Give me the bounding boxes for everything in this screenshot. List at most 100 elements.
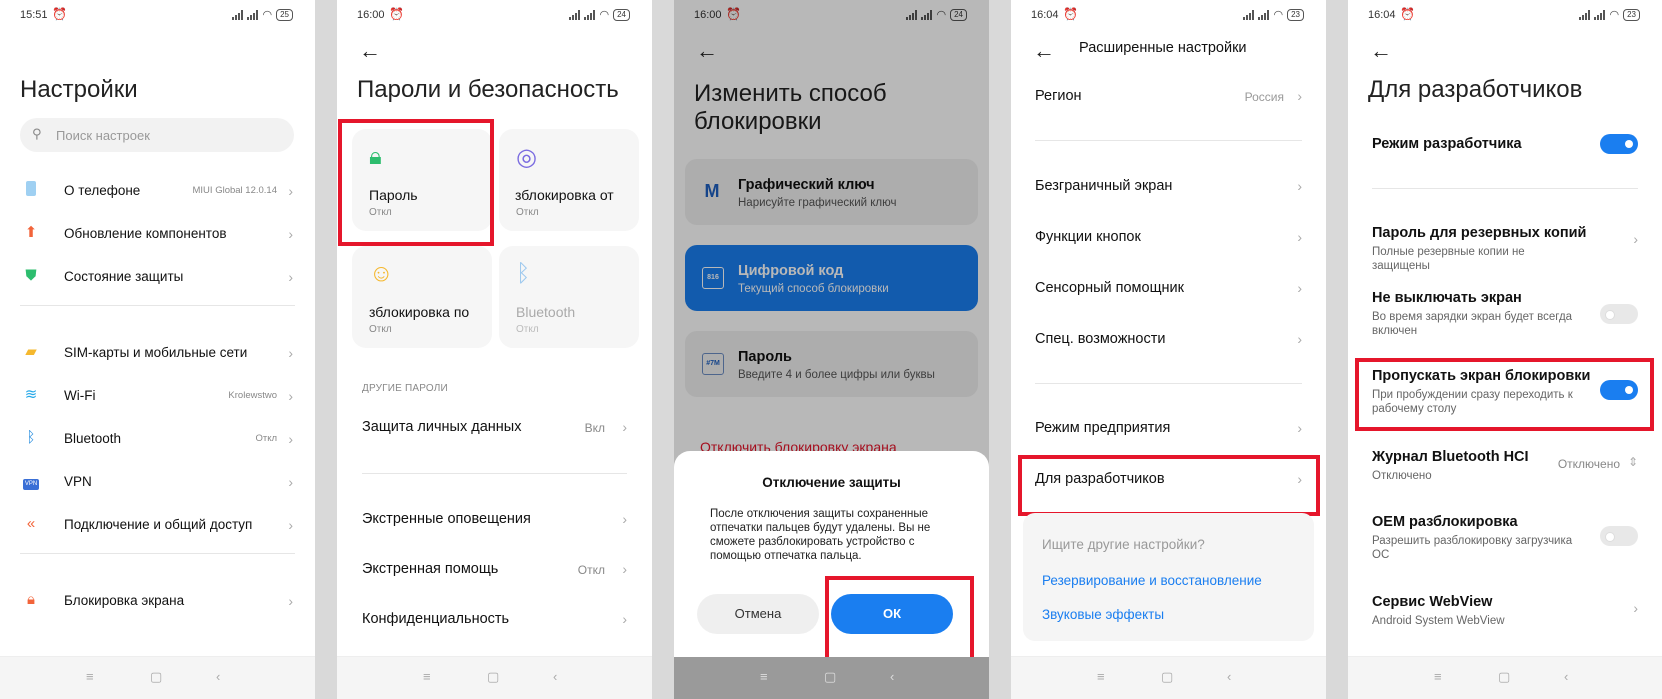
row-touch-assistant[interactable]: Сенсорный помощник ›: [1035, 274, 1302, 304]
chevron-right-icon: ›: [1297, 331, 1302, 347]
divider: [20, 553, 295, 554]
battery-icon: 24: [613, 8, 630, 21]
signal-icon: [1243, 9, 1255, 20]
highlight-box: [1018, 455, 1320, 516]
chevron-right-icon: ›: [1297, 178, 1302, 194]
nav-bar: ≡ ▢ ‹: [1011, 656, 1326, 699]
nav-bar: ≡ ▢ ‹: [1348, 656, 1662, 699]
settings-item-lockscreen[interactable]: 🔒︎ Блокировка экрана ›: [0, 587, 315, 617]
menu-icon[interactable]: ≡: [1434, 669, 1442, 684]
home-icon[interactable]: ▢: [1498, 669, 1510, 685]
advanced-settings-screen: 16:04 ⏰ ◠ 23 ← Расширенные настройки Рег…: [1011, 0, 1326, 699]
wifi-icon: ◠: [599, 9, 610, 21]
alarm-icon: ⏰: [52, 7, 67, 21]
row-backup-password[interactable]: Пароль для резервных копий Полные резерв…: [1372, 225, 1638, 272]
dialog-message: После отключения защиты сохраненные отпе…: [710, 508, 931, 562]
chevron-right-icon: ›: [288, 269, 293, 285]
back-icon[interactable]: ‹: [890, 669, 894, 684]
highlight-box: [338, 119, 494, 246]
home-icon[interactable]: ▢: [1161, 669, 1173, 685]
home-icon[interactable]: ▢: [824, 669, 836, 685]
row-oem-unlock[interactable]: OEM разблокировка Разрешить разблокировк…: [1372, 514, 1638, 564]
back-arrow-icon[interactable]: ←: [1033, 38, 1055, 64]
settings-item-sharing[interactable]: « Подключение и общий доступ ›: [0, 511, 315, 541]
status-bar: 15:51 ⏰ ◠ 25: [0, 0, 315, 28]
row-emergency-alerts[interactable]: Экстренные оповещения ›: [362, 506, 627, 536]
row-stay-awake[interactable]: Не выключать экран Во время зарядки экра…: [1372, 290, 1638, 340]
chevron-right-icon: ›: [288, 226, 293, 242]
status-bar: 16:04 ⏰ ◠ 23: [1348, 0, 1662, 28]
home-icon[interactable]: ▢: [150, 669, 162, 685]
nav-bar: ≡ ▢ ‹: [0, 656, 315, 699]
stay-awake-toggle[interactable]: [1600, 304, 1638, 324]
status-bar: 16:00 ⏰ ◠ 24: [337, 0, 652, 28]
row-privacy[interactable]: Конфиденциальность ›: [362, 606, 627, 636]
oem-unlock-toggle[interactable]: [1600, 526, 1638, 546]
chevron-updown-icon: ⇕: [1627, 455, 1638, 469]
page-title: Для разработчиков: [1368, 76, 1583, 103]
chevron-right-icon: ›: [288, 517, 293, 533]
divider: [1035, 383, 1302, 384]
developer-mode-toggle[interactable]: [1600, 134, 1638, 154]
settings-item-bluetooth[interactable]: ᛒ Bluetooth Откл ›: [0, 425, 315, 455]
menu-icon[interactable]: ≡: [760, 669, 768, 684]
row-fullscreen[interactable]: Безграничный экран ›: [1035, 172, 1302, 202]
alarm-icon: ⏰: [1063, 7, 1078, 21]
menu-icon[interactable]: ≡: [1097, 669, 1105, 684]
settings-item-wifi[interactable]: ≋ Wi-Fi Krolewstwo ›: [0, 382, 315, 412]
sim-icon: ▰: [25, 343, 37, 360]
chevron-right-icon: ›: [288, 593, 293, 609]
battery-icon: 23: [1287, 8, 1304, 21]
highlight-box: [825, 576, 974, 662]
chevron-right-icon: ›: [622, 611, 627, 627]
back-icon[interactable]: ‹: [216, 669, 220, 684]
back-arrow-icon[interactable]: ←: [1370, 38, 1392, 64]
search-icon: ⚲: [32, 126, 42, 141]
settings-item-protection[interactable]: ⛊ Состояние защиты ›: [0, 263, 315, 293]
menu-icon[interactable]: ≡: [86, 669, 94, 684]
settings-item-sim[interactable]: ▰ SIM-карты и мобильные сети ›: [0, 339, 315, 369]
search-suggestions-card: Ищите другие настройки? Резервирование и…: [1023, 513, 1314, 641]
security-screen: 16:00 ⏰ ◠ 24 ← Пароли и безопасность 🔒︎ …: [337, 0, 652, 699]
back-icon[interactable]: ‹: [1564, 669, 1568, 684]
settings-item-updates[interactable]: ⬆ Обновление компонентов ›: [0, 220, 315, 250]
tile-fingerprint[interactable]: ◎ зблокировка от Откл: [499, 129, 639, 231]
row-button-functions[interactable]: Функции кнопок ›: [1035, 223, 1302, 253]
row-enterprise-mode[interactable]: Режим предприятия ›: [1035, 414, 1302, 444]
back-arrow-icon[interactable]: ←: [359, 38, 381, 64]
page-title: Пароли и безопасность: [357, 76, 619, 103]
row-bluetooth-hci[interactable]: Журнал Bluetooth HCI Отключено Отключено…: [1372, 449, 1638, 489]
lock-method-screen: 16:00 ⏰ ◠ 24 ← Изменить способ блокировк…: [674, 0, 989, 699]
row-privacy-protection[interactable]: Защита личных данных Вкл ›: [362, 414, 627, 444]
row-accessibility[interactable]: Спец. возможности ›: [1035, 325, 1302, 355]
nav-bar: ≡ ▢ ‹: [337, 656, 652, 699]
chevron-right-icon: ›: [288, 474, 293, 490]
row-emergency-help[interactable]: Экстренная помощь Откл ›: [362, 556, 627, 586]
search-placeholder: Поиск настроек: [56, 128, 150, 143]
page-title: Расширенные настройки: [1079, 40, 1247, 56]
vpn-icon: VPN: [22, 472, 40, 490]
cancel-button[interactable]: Отмена: [697, 594, 819, 634]
home-icon[interactable]: ▢: [487, 669, 499, 685]
row-webview[interactable]: Сервис WebView Android System WebView ›: [1372, 594, 1638, 634]
link-sound-effects[interactable]: Звуковые эффекты: [1042, 607, 1164, 622]
row-region[interactable]: Регион Россия ›: [1035, 82, 1302, 112]
signal-icon: [232, 9, 244, 20]
menu-icon[interactable]: ≡: [423, 669, 431, 684]
search-input[interactable]: ⚲ Поиск настроек: [20, 118, 294, 152]
link-backup[interactable]: Резервирование и восстановление: [1042, 573, 1262, 588]
back-icon[interactable]: ‹: [1227, 669, 1231, 684]
settings-item-about[interactable]: О телефоне MIUI Global 12.0.14 ›: [0, 177, 315, 207]
chevron-right-icon: ›: [1297, 88, 1302, 104]
tile-bluetooth[interactable]: ᛒ Bluetooth Откл: [499, 246, 639, 348]
settings-screen: 15:51 ⏰ ◠ 25 Настройки ⚲ Поиск настроек …: [0, 0, 315, 699]
signal-icon: [1258, 9, 1270, 20]
page-title: Настройки: [20, 76, 138, 103]
settings-item-vpn[interactable]: VPN VPN ›: [0, 468, 315, 498]
divider: [362, 473, 627, 474]
tile-face-unlock[interactable]: ☺ зблокировка по Откл: [352, 246, 492, 348]
back-icon[interactable]: ‹: [553, 669, 557, 684]
wifi-icon: ◠: [262, 9, 273, 21]
row-developer-mode[interactable]: Режим разработчика: [1372, 134, 1638, 166]
alarm-icon: ⏰: [1400, 7, 1415, 21]
